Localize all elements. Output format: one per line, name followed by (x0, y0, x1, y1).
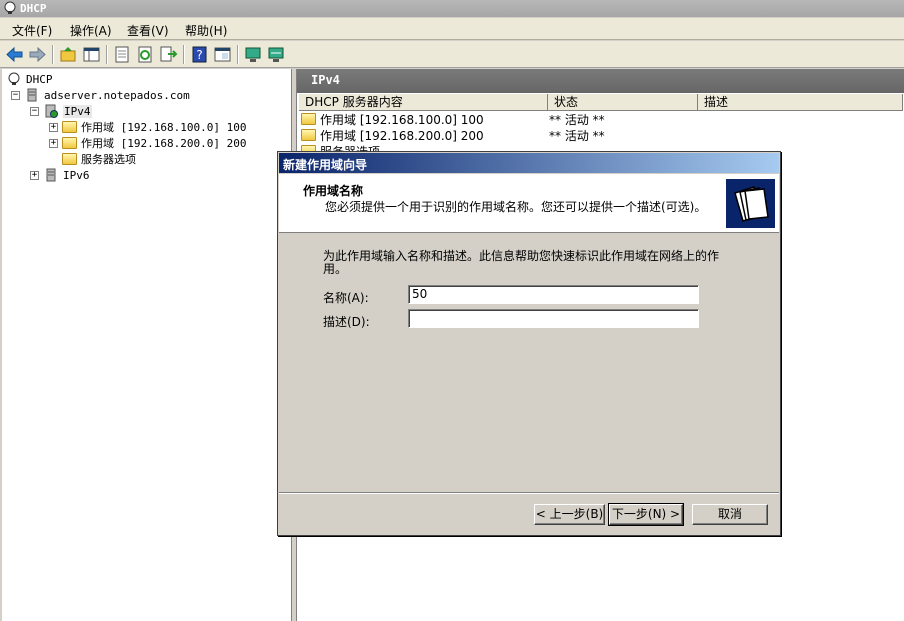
tree-label: adserver.notepados.com (44, 88, 190, 102)
properties-icon[interactable] (113, 45, 132, 64)
row-name: 作用域 [192.168.200.0] 200 (320, 128, 484, 143)
column-header-status[interactable]: 状态 (548, 94, 698, 111)
window-title: DHCP (20, 2, 47, 15)
back-icon[interactable] (5, 45, 24, 64)
row-status: ** 活动 ** (549, 112, 605, 127)
scope-description-field[interactable] (408, 309, 699, 328)
folder-icon (301, 113, 316, 125)
menu-bar: 文件(F) 操作(A) 查看(V) 帮助(H) (0, 18, 904, 40)
refresh-icon[interactable] (136, 45, 155, 64)
list-item[interactable]: 作用域 [192.168.200.0] 200 ** 活动 ** (301, 127, 605, 143)
tree-label: 服务器选项 (81, 153, 136, 166)
name-label: 名称(A): (323, 291, 369, 305)
cancel-button[interactable]: 取消 (692, 504, 768, 525)
row-name: 作用域 [192.168.100.0] 100 (320, 112, 484, 127)
pane-header: IPv4 (297, 69, 904, 93)
collapse-icon[interactable]: − (11, 90, 20, 100)
divider (279, 492, 779, 494)
console-icon[interactable] (213, 45, 232, 64)
next-button[interactable]: 下一步(N) > (608, 503, 684, 526)
row-status: ** 活动 ** (549, 128, 605, 143)
folder-icon (301, 129, 316, 141)
network-icon[interactable] (267, 45, 286, 64)
ipv4-icon (45, 104, 58, 118)
help-icon[interactable]: ? (190, 45, 209, 64)
tree-label: IPv6 (63, 168, 90, 182)
tree-item-ipv6[interactable]: + IPv6 (30, 167, 90, 183)
column-header-contents[interactable]: DHCP 服务器内容 (299, 94, 548, 111)
server-icon (27, 88, 37, 102)
toolbar-separator (183, 45, 185, 64)
server-icon[interactable] (244, 45, 263, 64)
toolbar: ? (0, 41, 904, 68)
description-label: 描述(D): (323, 315, 370, 329)
tree-item-ipv4[interactable]: − IPv4 (30, 103, 92, 119)
back-button[interactable]: < 上一步(B) (534, 504, 605, 525)
collapse-icon[interactable]: − (30, 106, 39, 116)
folder-icon (62, 121, 77, 133)
tree-label: DHCP (26, 72, 53, 86)
show-tree-icon[interactable] (82, 45, 101, 64)
new-scope-wizard-dialog: 新建作用域向导 作用域名称 您必须提供一个用于识别的作用域名称。您还可以提供一个… (277, 151, 781, 536)
wizard-heading: 作用域名称 (303, 184, 364, 198)
instructions-text: 为此作用域输入名称和描述。此信息帮助您快速标识此作用域在网络上的作用。 (323, 249, 720, 276)
ipv6-icon (46, 168, 56, 182)
folder-icon (62, 153, 77, 165)
tree-label: 作用域 [192.168.200.0] 200 (81, 137, 247, 150)
wizard-subheading: 您必须提供一个用于识别的作用域名称。您还可以提供一个描述(可选)。 (325, 200, 707, 214)
menu-view[interactable]: 查看(V) (127, 22, 169, 39)
forward-icon[interactable] (28, 45, 47, 64)
tree-pane: DHCP − adserver.notepados.com − IPv4 + 作… (2, 69, 292, 621)
folder-icon (62, 137, 77, 149)
menu-help[interactable]: 帮助(H) (185, 22, 227, 39)
tree-label: 作用域 [192.168.100.0] 100 (81, 121, 247, 134)
title-bar: DHCP (0, 0, 904, 17)
scope-name-field[interactable]: 50 (408, 285, 699, 304)
toolbar-separator (106, 45, 108, 64)
tree-item-scope-100[interactable]: + 作用域 [192.168.100.0] 100 (49, 119, 246, 135)
tree-item-dhcp[interactable]: DHCP (6, 71, 53, 87)
dhcp-icon (4, 1, 16, 14)
list-item[interactable]: 作用域 [192.168.100.0] 100 ** 活动 ** (301, 111, 605, 127)
expand-icon[interactable]: + (49, 138, 58, 148)
tree-item-server[interactable]: − adserver.notepados.com (11, 87, 190, 103)
column-header-description[interactable]: 描述 (698, 94, 903, 111)
toolbar-separator (237, 45, 239, 64)
up-icon[interactable] (59, 45, 78, 64)
folders-icon (726, 179, 775, 228)
tree-label: IPv4 (63, 104, 92, 118)
tree-item-server-options[interactable]: 服务器选项 (62, 151, 136, 167)
dialog-title: 新建作用域向导 (279, 153, 779, 173)
expand-icon[interactable]: + (49, 122, 58, 132)
menu-action[interactable]: 操作(A) (70, 22, 112, 39)
expand-icon[interactable]: + (30, 170, 39, 180)
menu-file[interactable]: 文件(F) (12, 22, 52, 39)
wizard-header: 作用域名称 您必须提供一个用于识别的作用域名称。您还可以提供一个描述(可选)。 (279, 174, 779, 233)
dhcp-icon (8, 72, 20, 85)
svg-text:?: ? (196, 48, 202, 62)
toolbar-separator (52, 45, 54, 64)
export-icon[interactable] (159, 45, 178, 64)
tree-item-scope-200[interactable]: + 作用域 [192.168.200.0] 200 (49, 135, 246, 151)
